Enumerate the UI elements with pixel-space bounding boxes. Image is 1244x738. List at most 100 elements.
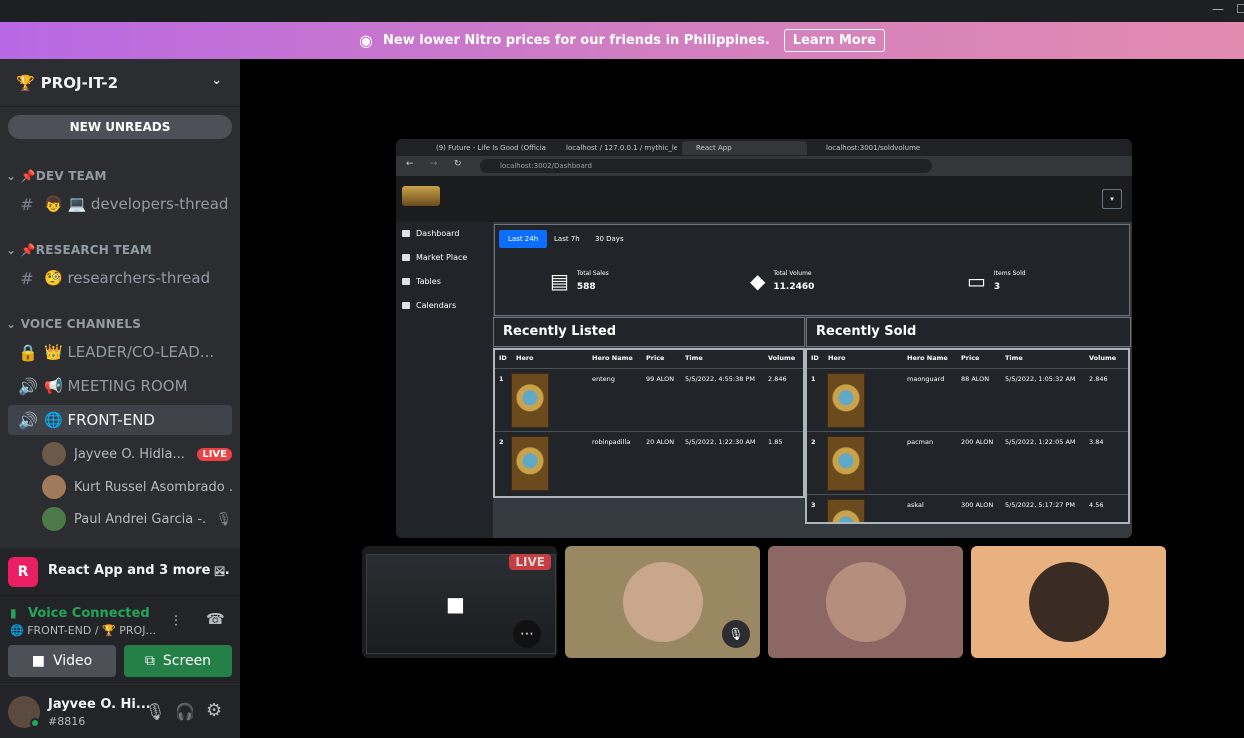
table-icon bbox=[402, 278, 410, 285]
col-time: Time bbox=[1005, 354, 1023, 362]
voice-user-kurt[interactable]: Kurt Russel Asombrado ... bbox=[42, 473, 232, 501]
browser-tab-soldvolume[interactable]: localhost:3001/soldvolume bbox=[812, 141, 937, 155]
col-hero: Hero bbox=[828, 354, 846, 362]
hero-card-image bbox=[827, 499, 865, 522]
nitro-banner: ◉ New lower Nitro prices for our friends… bbox=[0, 22, 1244, 59]
video-button[interactable]: ■ Video bbox=[8, 645, 116, 677]
learn-more-button[interactable]: Learn More bbox=[783, 29, 885, 52]
screen-button[interactable]: ⧉ Screen bbox=[124, 645, 232, 677]
camera-icon: ■ bbox=[446, 592, 465, 616]
browser-toolbar: ← → ↻ localhost:3002/Dashboard bbox=[396, 156, 1132, 176]
recently-sold-table: ID Hero Hero Name Price Time Volume 1 ma… bbox=[805, 348, 1130, 524]
back-icon[interactable]: ← bbox=[406, 159, 414, 169]
browser-tab-youtube[interactable]: (9) Future - Life Is Good (Officia bbox=[422, 141, 547, 155]
nav-tables[interactable]: Tables bbox=[402, 277, 441, 286]
app-header: ▾ bbox=[396, 176, 1132, 222]
banner-text: New lower Nitro prices for our friends i… bbox=[383, 33, 770, 48]
channel-leader[interactable]: 🔒 👑 LEADER/CO-LEAD... bbox=[8, 337, 232, 367]
col-id: ID bbox=[499, 354, 507, 362]
server-header[interactable]: 🏆 PROJ-IT-2 ⌄ bbox=[0, 59, 240, 107]
more-options-icon[interactable]: ⋯ bbox=[513, 620, 541, 648]
reload-icon[interactable]: ↻ bbox=[454, 159, 462, 169]
nav-dashboard[interactable]: Dashboard bbox=[402, 229, 459, 238]
dropdown-button[interactable]: ▾ bbox=[1102, 189, 1122, 209]
video-tile[interactable] bbox=[768, 546, 963, 658]
voice-user-paul[interactable]: Paul Andrei Garcia -... 🎙 bbox=[42, 505, 232, 533]
col-time: Time bbox=[685, 354, 703, 362]
table-row[interactable]: 1 maonguard 88 ALON 5/5/2022, 1:05:32 AM… bbox=[807, 368, 1128, 431]
headphones-icon[interactable]: 🎧 bbox=[175, 702, 195, 721]
minimize-button[interactable]: — bbox=[1212, 2, 1224, 16]
stop-stream-icon[interactable]: ⊠ bbox=[213, 562, 226, 580]
new-unreads-pill[interactable]: NEW UNREADS bbox=[8, 115, 232, 139]
noise-suppression-icon[interactable]: ⫶ bbox=[174, 612, 178, 630]
recently-sold-title: Recently Sold bbox=[806, 317, 1131, 347]
app-sidebar: Dashboard Market Place Tables Calendars bbox=[396, 222, 493, 538]
category-voice-channels[interactable]: ⌄ VOICE CHANNELS bbox=[6, 317, 141, 331]
voice-status[interactable]: Voice Connected bbox=[28, 606, 150, 621]
speaker-icon: 🔊 bbox=[18, 410, 38, 430]
tab-last-7h[interactable]: Last 7h bbox=[545, 230, 589, 248]
maximize-button[interactable]: ☐ bbox=[1236, 2, 1244, 16]
logo bbox=[402, 186, 440, 206]
tab-last-24h[interactable]: Last 24h bbox=[499, 230, 548, 248]
stat-total-sales: ▤ Total Sales 588 bbox=[550, 269, 609, 293]
avatar bbox=[42, 507, 66, 531]
browser-tab-strip: (9) Future - Life Is Good (Officia local… bbox=[396, 139, 1132, 156]
col-hero: Hero bbox=[516, 354, 534, 362]
server-name: PROJ-IT-2 bbox=[40, 73, 119, 92]
microphone-icon[interactable]: 🎙 bbox=[145, 702, 165, 721]
trophy-icon: 🏆 bbox=[16, 73, 35, 92]
stat-items-sold: ▭ Items Sold 3 bbox=[967, 269, 1026, 293]
category-research-team[interactable]: ⌄ 📌RESEARCH TEAM bbox=[6, 243, 152, 257]
col-hero-name: Hero Name bbox=[592, 354, 633, 362]
voice-user-jayvee[interactable]: Jayvee O. Hidla... LIVE bbox=[42, 440, 232, 468]
thread-icon: # bbox=[20, 194, 34, 214]
settings-gear-icon[interactable]: ⚙ bbox=[206, 700, 222, 721]
nav-market-place[interactable]: Market Place bbox=[402, 253, 467, 262]
channel-developers-thread[interactable]: # 👦 💻 developers-thread bbox=[8, 189, 232, 219]
col-hero-name: Hero Name bbox=[907, 354, 948, 362]
channel-sidebar: 🏆 PROJ-IT-2 ⌄ NEW UNREADS ⌄ 📌DEV TEAM # 👦… bbox=[0, 59, 240, 738]
browser-tab-phpmyadmin[interactable]: localhost / 127.0.0.1 / mythic_le bbox=[552, 141, 677, 155]
channel-front-end[interactable]: 🔊 🌐 FRONT-END bbox=[8, 405, 232, 435]
hero-card-image bbox=[511, 373, 549, 428]
user-name[interactable]: Jayvee O. Hi... bbox=[48, 697, 151, 712]
muted-mic-icon: 🎙 bbox=[215, 511, 232, 527]
thread-icon: # bbox=[20, 268, 34, 288]
live-badge: LIVE bbox=[197, 447, 232, 461]
recently-listed-table: ID Hero Hero Name Price Time Volume 1 en… bbox=[493, 348, 805, 498]
stats-box: Last 24h Last 7h 30 Days ▤ Total Sales 58… bbox=[494, 224, 1130, 316]
app-main: Last 24h Last 7h 30 Days ▤ Total Sales 58… bbox=[493, 222, 1132, 538]
app-icon: R bbox=[8, 557, 38, 587]
forward-icon[interactable]: → bbox=[430, 159, 438, 169]
avatar bbox=[622, 562, 703, 642]
disconnect-icon[interactable]: ☎ bbox=[206, 610, 225, 628]
nav-calendars[interactable]: Calendars bbox=[402, 301, 456, 310]
pin-icon: 📌 bbox=[20, 243, 36, 257]
table-row[interactable]: 1 enteng 99 ALON 5/5/2022, 4:55:38 PM 2.… bbox=[495, 368, 803, 431]
address-bar[interactable]: localhost:3002/Dashboard bbox=[480, 159, 932, 173]
voice-channel-label[interactable]: 🌐 FRONT-END / 🏆 PROJ... bbox=[10, 624, 156, 637]
tab-30-days[interactable]: 30 Days bbox=[586, 230, 633, 248]
avatar bbox=[1028, 562, 1109, 642]
table-row[interactable]: 2 robinpadilla 20 ALON 5/5/2022, 1:22:30… bbox=[495, 431, 803, 494]
category-dev-team[interactable]: ⌄ 📌DEV TEAM bbox=[6, 169, 107, 183]
browser-tab-react-app[interactable]: React App bbox=[682, 141, 807, 155]
chevron-down-icon[interactable]: ⌄ bbox=[211, 73, 222, 88]
shared-browser-window[interactable]: (9) Future - Life Is Good (Officia local… bbox=[396, 139, 1132, 538]
video-tile[interactable] bbox=[971, 546, 1166, 658]
table-row[interactable]: 3 askal 300 ALON 5/5/2022, 5:17:27 PM 4.… bbox=[807, 494, 1128, 522]
channel-meeting-room[interactable]: 🔊 📢 MEETING ROOM bbox=[8, 371, 232, 401]
channel-researchers-thread[interactable]: # 🧐 researchers-thread bbox=[8, 263, 232, 293]
avatar bbox=[42, 442, 66, 466]
hero-card-image bbox=[511, 436, 549, 491]
video-tile[interactable]: 🎙 bbox=[565, 546, 760, 658]
col-volume: Volume bbox=[768, 354, 796, 362]
dashboard-icon bbox=[402, 230, 410, 237]
col-volume: Volume bbox=[1089, 354, 1117, 362]
table-row[interactable]: 2 pacman 200 ALON 5/5/2022, 1:22:05 AM 3… bbox=[807, 431, 1128, 494]
stream-tile[interactable]: LIVE ■ ⋯ bbox=[362, 546, 557, 658]
screen-share-icon: ⧉ bbox=[144, 653, 155, 669]
stat-total-volume: ◆ Total Volume 11.2460 bbox=[750, 269, 815, 293]
